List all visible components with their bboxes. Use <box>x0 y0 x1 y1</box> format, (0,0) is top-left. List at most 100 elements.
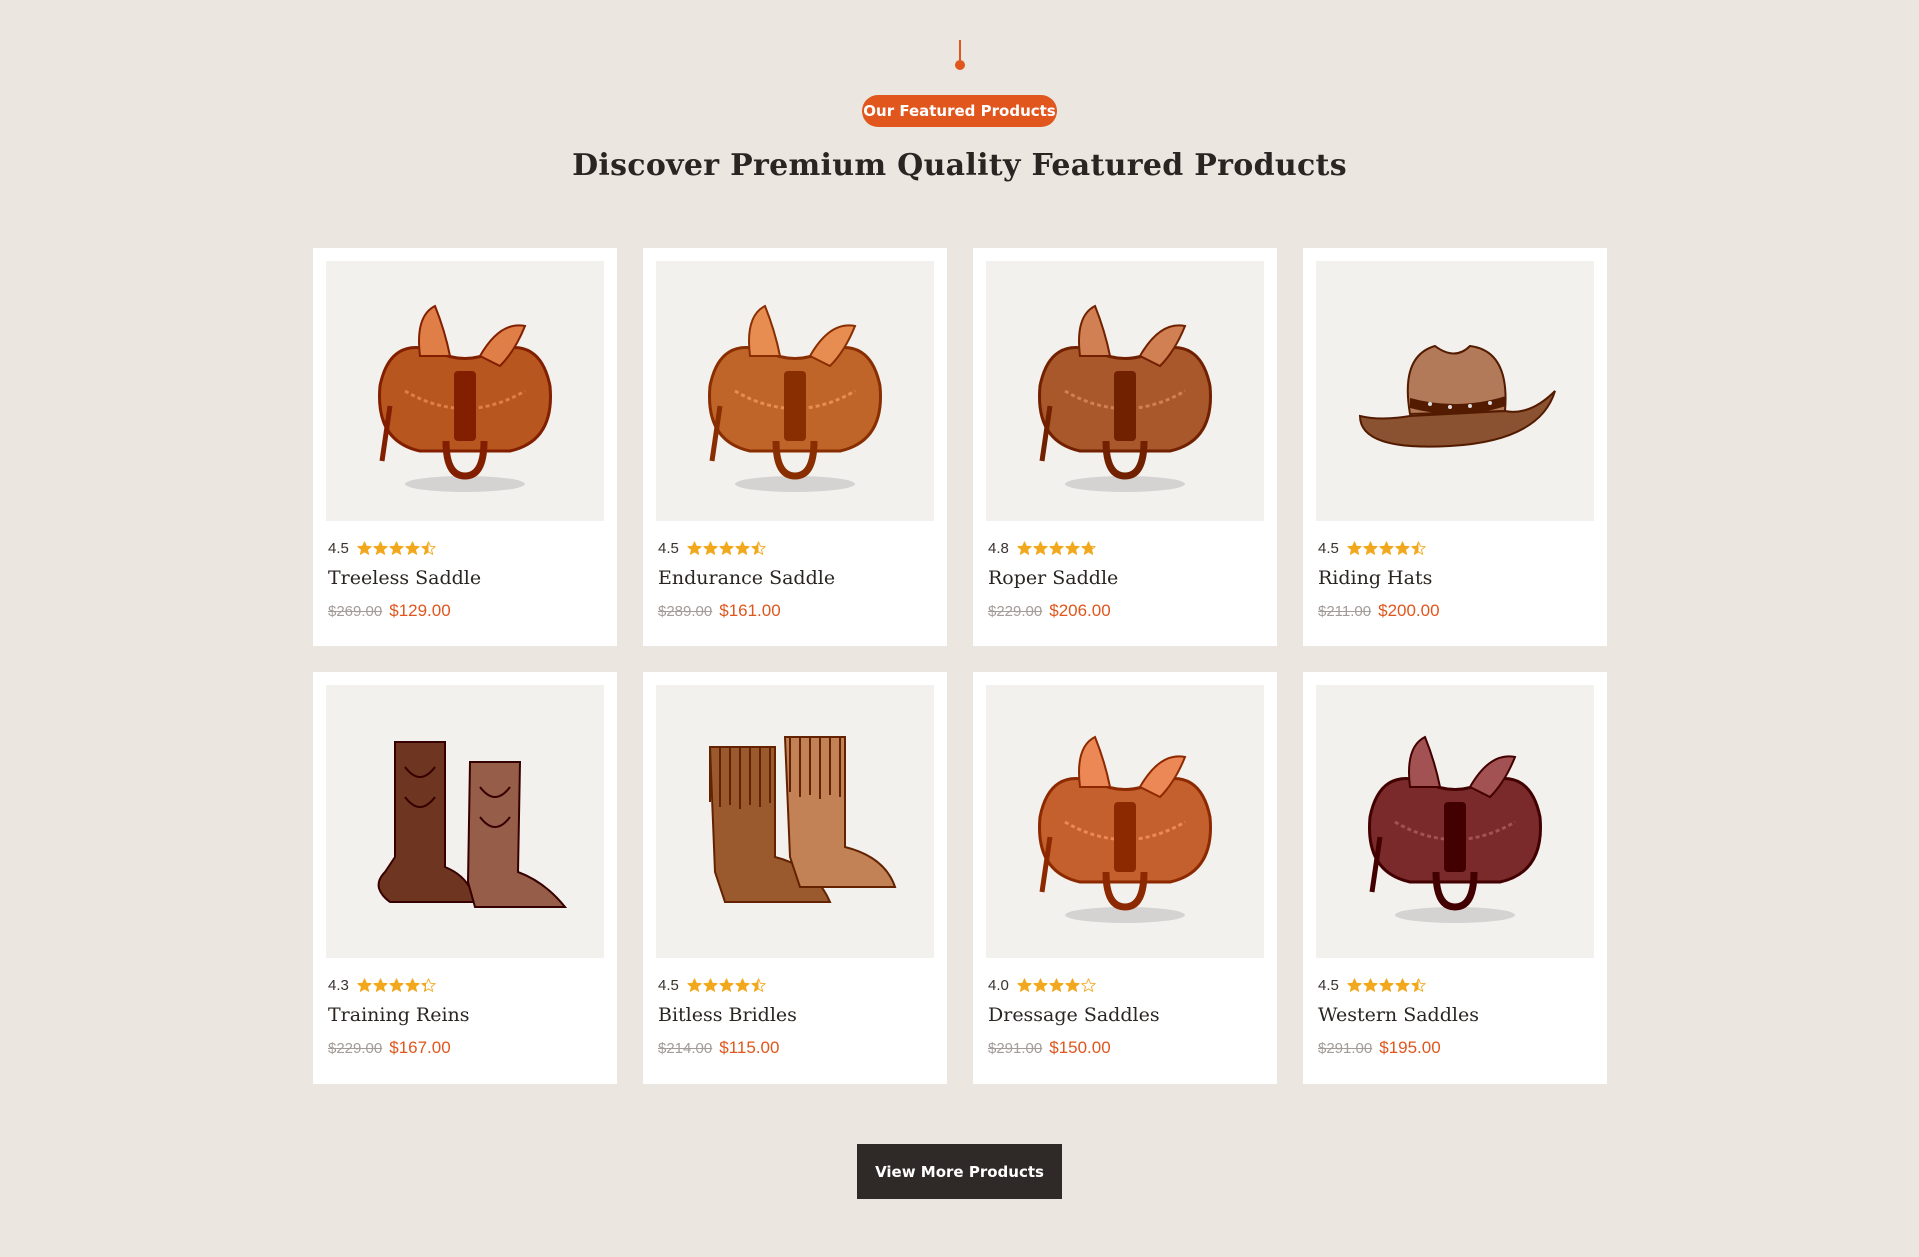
original-price: $291.00 <box>988 1040 1043 1057</box>
star-icon <box>1081 977 1096 992</box>
rating-value: 4.5 <box>658 976 679 994</box>
product-prices: $211.00 $200.00 <box>1318 601 1592 621</box>
sale-price: $129.00 <box>389 601 451 620</box>
fringe-boots-icon <box>708 735 897 903</box>
star-rating <box>1347 977 1426 993</box>
star-icon <box>389 540 404 555</box>
product-card[interactable]: 4.5 Treeless Saddle $269.00 $129.00 <box>313 248 617 646</box>
sale-price: $115.00 <box>719 1038 780 1057</box>
star-icon <box>1347 540 1362 555</box>
star-icon <box>1065 977 1080 992</box>
saddle-icon <box>1038 304 1212 492</box>
star-icon <box>1033 540 1048 555</box>
star-icon <box>1065 540 1080 555</box>
star-icon <box>1347 977 1362 992</box>
product-name[interactable]: Bitless Bridles <box>658 1004 932 1026</box>
star-icon <box>405 977 420 992</box>
section-badge: Our Featured Products <box>862 95 1057 127</box>
star-icon <box>421 540 436 555</box>
saddle-icon <box>708 304 882 492</box>
sale-price: $150.00 <box>1049 1038 1111 1057</box>
product-prices: $269.00 $129.00 <box>328 601 602 621</box>
product-card[interactable]: 4.3 Training Reins $229.00 $167.00 <box>313 672 617 1084</box>
star-rating <box>357 540 436 556</box>
view-more-products-button[interactable]: View More Products <box>857 1144 1062 1199</box>
product-name[interactable]: Western Saddles <box>1318 1004 1592 1026</box>
star-rating <box>687 977 766 993</box>
product-image[interactable] <box>656 685 934 958</box>
cowboy-hat-icon <box>1358 344 1556 448</box>
star-icon <box>1395 540 1410 555</box>
rating-value: 4.5 <box>1318 539 1339 557</box>
product-image[interactable] <box>986 685 1264 958</box>
section-title: Discover Premium Quality Featured Produc… <box>572 148 1347 183</box>
product-image[interactable] <box>1316 685 1594 958</box>
product-prices: $229.00 $206.00 <box>988 601 1262 621</box>
original-price: $289.00 <box>658 603 713 620</box>
product-prices: $229.00 $167.00 <box>328 1038 602 1058</box>
product-name[interactable]: Roper Saddle <box>988 567 1262 589</box>
star-rating <box>1017 977 1096 993</box>
star-icon <box>687 977 702 992</box>
product-card[interactable]: 4.0 Dressage Saddles $291.00 $150.00 <box>973 672 1277 1084</box>
star-icon <box>751 540 766 555</box>
star-icon <box>1395 977 1410 992</box>
star-icon <box>1081 540 1096 555</box>
star-icon <box>373 977 388 992</box>
star-icon <box>421 977 436 992</box>
product-name[interactable]: Treeless Saddle <box>328 567 602 589</box>
product-rating: 4.0 <box>988 976 1262 994</box>
product-card[interactable]: 4.5 Riding Hats $211.00 $200.00 <box>1303 248 1607 646</box>
star-icon <box>1049 977 1064 992</box>
star-icon <box>687 540 702 555</box>
product-image[interactable] <box>1316 261 1594 521</box>
star-icon <box>1379 977 1394 992</box>
sale-price: $200.00 <box>1378 601 1440 620</box>
rating-value: 4.3 <box>328 976 349 994</box>
star-icon <box>1363 977 1378 992</box>
product-image[interactable] <box>986 261 1264 521</box>
star-rating <box>1017 540 1096 556</box>
rating-value: 4.5 <box>1318 976 1339 994</box>
product-grid: 4.5 Treeless Saddle $269.00 $129.00 4.5 … <box>313 248 1607 1084</box>
star-icon <box>373 540 388 555</box>
product-rating: 4.5 <box>1318 976 1592 994</box>
star-icon <box>1033 977 1048 992</box>
saddle-icon <box>378 304 552 492</box>
cowboy-boots-icon <box>377 740 568 908</box>
star-icon <box>405 540 420 555</box>
star-rating <box>1347 540 1426 556</box>
sale-price: $167.00 <box>389 1038 451 1057</box>
star-icon <box>1411 540 1426 555</box>
star-icon <box>1049 540 1064 555</box>
product-card[interactable]: 4.5 Endurance Saddle $289.00 $161.00 <box>643 248 947 646</box>
star-icon <box>1411 977 1426 992</box>
original-price: $211.00 <box>1318 603 1372 620</box>
product-card[interactable]: 4.5 Western Saddles $291.00 $195.00 <box>1303 672 1607 1084</box>
product-name[interactable]: Endurance Saddle <box>658 567 932 589</box>
product-rating: 4.5 <box>658 539 932 557</box>
saddle-icon <box>1368 735 1542 923</box>
product-name[interactable]: Dressage Saddles <box>988 1004 1262 1026</box>
star-icon <box>1379 540 1394 555</box>
product-card[interactable]: 4.5 Bitless Bridles $214.00 $115.00 <box>643 672 947 1084</box>
original-price: $229.00 <box>328 1040 383 1057</box>
star-rating <box>687 540 766 556</box>
original-price: $229.00 <box>988 603 1043 620</box>
product-image[interactable] <box>656 261 934 521</box>
star-icon <box>1017 977 1032 992</box>
star-icon <box>357 977 372 992</box>
product-image[interactable] <box>326 685 604 958</box>
star-icon <box>703 977 718 992</box>
original-price: $291.00 <box>1318 1040 1373 1057</box>
star-icon <box>719 977 734 992</box>
rating-value: 4.0 <box>988 976 1009 994</box>
product-card[interactable]: 4.8 Roper Saddle $229.00 $206.00 <box>973 248 1277 646</box>
product-name[interactable]: Riding Hats <box>1318 567 1592 589</box>
product-name[interactable]: Training Reins <box>328 1004 602 1026</box>
product-rating: 4.5 <box>1318 539 1592 557</box>
drop-icon <box>955 40 965 70</box>
product-rating: 4.8 <box>988 539 1262 557</box>
product-image[interactable] <box>326 261 604 521</box>
product-prices: $214.00 $115.00 <box>658 1038 932 1058</box>
